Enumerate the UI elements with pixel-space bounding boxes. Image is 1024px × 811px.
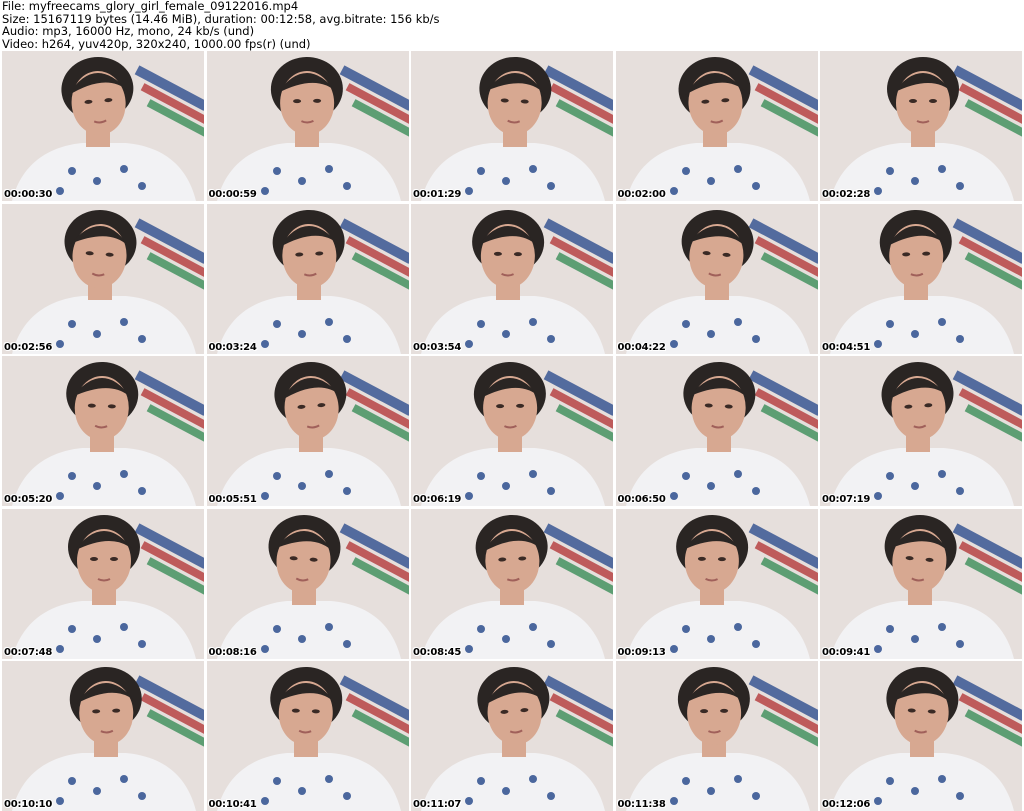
thumbnail-frame: 00:11:07 xyxy=(411,661,613,811)
frame-image xyxy=(2,356,204,506)
frame-image xyxy=(206,508,409,659)
frame-image xyxy=(615,661,818,811)
frame-image xyxy=(206,203,409,354)
frame-timestamp: 00:04:51 xyxy=(822,341,871,353)
frame-timestamp: 00:09:13 xyxy=(617,646,666,658)
frame-timestamp: 00:06:19 xyxy=(413,494,462,505)
thumbnail-frame: 00:07:19 xyxy=(820,356,1022,506)
thumbnail-frame: 00:04:51 xyxy=(820,203,1022,354)
frame-image xyxy=(820,51,1022,201)
thumbnail-frame: 00:04:22 xyxy=(615,203,818,354)
frame-timestamp: 00:01:29 xyxy=(413,189,462,200)
frame-image xyxy=(615,51,818,201)
thumbnail-frame: 00:02:28 xyxy=(820,51,1022,201)
frame-timestamp: 00:10:10 xyxy=(4,799,53,810)
thumbnail-frame: 00:11:38 xyxy=(615,661,818,811)
thumbnail-frame: 00:09:41 xyxy=(820,508,1022,659)
frame-image xyxy=(206,661,409,811)
frame-timestamp: 00:02:28 xyxy=(822,189,871,200)
thumbnail-frame: 00:02:56 xyxy=(2,203,204,354)
file-info-header: File: myfreecams_glory_girl_female_09122… xyxy=(2,0,1020,50)
frame-timestamp: 00:00:59 xyxy=(208,189,257,200)
frame-timestamp: 00:09:41 xyxy=(822,646,871,658)
frame-image xyxy=(411,661,613,811)
thumbnail-frame: 00:03:24 xyxy=(206,203,409,354)
frame-image xyxy=(206,51,409,201)
frame-image xyxy=(820,203,1022,354)
thumbnail-frame: 00:00:59 xyxy=(206,51,409,201)
frame-timestamp: 00:10:41 xyxy=(208,799,257,810)
frame-timestamp: 00:07:19 xyxy=(822,494,871,505)
thumbnail-frame: 00:05:20 xyxy=(2,356,204,506)
thumbnail-frame: 00:06:50 xyxy=(615,356,818,506)
frame-image xyxy=(2,661,204,811)
frame-timestamp: 00:03:24 xyxy=(208,341,257,353)
frame-image xyxy=(2,51,204,201)
thumbnail-frame: 00:01:29 xyxy=(411,51,613,201)
thumbnail-grid: 00:00:30 00:00:59 00:01:29 00:02:00 00:02:28… xyxy=(2,51,1022,811)
frame-timestamp: 00:03:54 xyxy=(413,341,462,353)
frame-image xyxy=(2,508,204,659)
audio-info-line: Audio: mp3, 16000 Hz, mono, 24 kb/s (und… xyxy=(2,24,255,38)
frame-image xyxy=(615,356,818,506)
frame-image xyxy=(2,203,204,354)
thumbnail-frame: 00:06:19 xyxy=(411,356,613,506)
thumbnail-frame: 00:09:13 xyxy=(615,508,818,659)
frame-timestamp: 00:11:07 xyxy=(413,799,462,810)
frame-timestamp: 00:05:20 xyxy=(4,494,53,505)
frame-timestamp: 00:05:51 xyxy=(208,494,257,505)
frame-image xyxy=(615,508,818,659)
frame-image xyxy=(411,51,613,201)
frame-timestamp: 00:07:48 xyxy=(4,646,53,658)
video-info-line: Video: h264, yuv420p, 320x240, 1000.00 f… xyxy=(2,36,311,51)
thumbnail-frame: 00:05:51 xyxy=(206,356,409,506)
frame-image xyxy=(411,203,613,354)
frame-timestamp: 00:02:56 xyxy=(4,341,53,353)
frame-timestamp: 00:11:38 xyxy=(617,799,666,810)
frame-image xyxy=(820,661,1022,811)
frame-timestamp: 00:00:30 xyxy=(4,189,53,200)
frame-timestamp: 00:08:45 xyxy=(413,646,462,658)
frame-image xyxy=(411,508,613,659)
thumbnail-frame: 00:10:10 xyxy=(2,661,204,811)
thumbnail-frame: 00:08:45 xyxy=(411,508,613,659)
frame-timestamp: 00:02:00 xyxy=(617,189,666,200)
thumbnail-frame: 00:00:30 xyxy=(2,51,204,201)
frame-image xyxy=(820,356,1022,506)
thumbnail-frame: 00:08:16 xyxy=(206,508,409,659)
frame-image xyxy=(615,203,818,354)
frame-timestamp: 00:06:50 xyxy=(617,494,666,505)
frame-image xyxy=(411,356,613,506)
frame-timestamp: 00:04:22 xyxy=(617,341,666,353)
thumbnail-frame: 00:10:41 xyxy=(206,661,409,811)
thumbnail-frame: 00:02:00 xyxy=(615,51,818,201)
thumbnail-frame: 00:03:54 xyxy=(411,203,613,354)
frame-timestamp: 00:12:06 xyxy=(822,799,871,810)
frame-image xyxy=(206,356,409,506)
file-name-line: File: myfreecams_glory_girl_female_09122… xyxy=(2,0,299,13)
frame-timestamp: 00:08:16 xyxy=(208,646,257,658)
thumbnail-frame: 00:07:48 xyxy=(2,508,204,659)
frame-image xyxy=(820,508,1022,659)
thumbnail-frame: 00:12:06 xyxy=(820,661,1022,811)
